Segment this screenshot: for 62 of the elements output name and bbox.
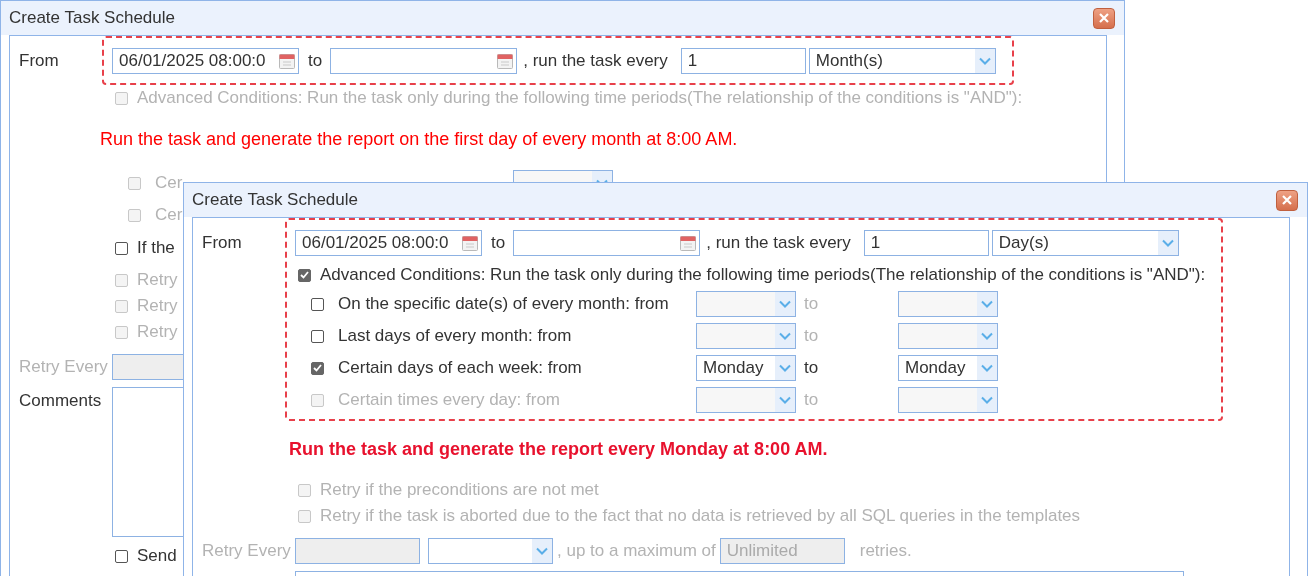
- checkbox[interactable]: [311, 297, 324, 311]
- date-field[interactable]: [330, 48, 518, 74]
- checkbox[interactable]: [298, 268, 311, 282]
- window-title: Create Task Schedule: [9, 8, 175, 28]
- checkbox-label: Certain days of each week: from: [338, 358, 583, 378]
- checkbox-label: Retry: [137, 270, 178, 290]
- calendar-icon: [278, 52, 296, 70]
- checkbox-label: Retry: [137, 296, 178, 316]
- checkbox[interactable]: [311, 329, 324, 343]
- checkbox-label: Send: [137, 546, 177, 566]
- dropdown[interactable]: Monday: [696, 355, 796, 381]
- range-label: to: [803, 358, 820, 378]
- field-label: From: [202, 232, 243, 254]
- window-title: Create Task Schedule: [192, 190, 358, 210]
- calendar-icon: [679, 234, 698, 252]
- date-field[interactable]: [513, 230, 701, 256]
- field-label: retries.: [859, 541, 912, 561]
- dropdown[interactable]: Day(s): [991, 230, 1179, 256]
- input-field[interactable]: 1: [863, 230, 989, 256]
- calendar-icon: [496, 52, 515, 70]
- calendar-icon: [461, 234, 479, 252]
- checkbox-label: Advanced Conditions: Run the task only during the following time periods(The relationship of the conditions is "AND"):: [137, 88, 1023, 108]
- checkbox[interactable]: [115, 549, 128, 563]
- checkbox-label: On the specific date(s) of every month: from: [338, 294, 670, 314]
- checkbox-label: Retry if the task is aborted due to the fact that no data is retrieved by all SQL queries in the templates: [320, 506, 1081, 526]
- checkbox[interactable]: [311, 361, 324, 375]
- field-label: Retry Every: [202, 541, 292, 561]
- range-label: to: [803, 390, 820, 410]
- field-label: Comments: [19, 390, 103, 411]
- dropdown[interactable]: [696, 291, 796, 317]
- checkbox-label: Certain times every day: from: [338, 390, 561, 410]
- checkbox-label: Cer: [155, 205, 184, 225]
- checkbox-label: If the: [137, 238, 175, 258]
- dropdown[interactable]: [898, 323, 998, 349]
- date-field[interactable]: 06/01/2025 08:00:0: [295, 230, 482, 256]
- checkbox-label: Cer: [155, 173, 184, 193]
- field-label: From: [19, 50, 60, 72]
- field-label: , run the task every: [523, 51, 668, 71]
- annotation-text: Run the task and generate the report every Monday at 8:00 AM.: [289, 438, 828, 460]
- dropdown[interactable]: Month(s): [808, 48, 996, 74]
- dropdown[interactable]: [898, 291, 998, 317]
- range-label: to: [803, 294, 820, 314]
- close-button[interactable]: [1276, 189, 1298, 211]
- checkbox-label: Last days of every month: from: [338, 326, 573, 346]
- checkbox-label: Retry if the preconditions are not met: [320, 480, 599, 500]
- field-label: , up to a maximum of: [557, 541, 716, 561]
- field-label: , run the task every: [706, 233, 851, 253]
- checkbox[interactable]: [115, 241, 128, 255]
- close-icon: [1099, 13, 1109, 23]
- annotation-text: Run the task and generate the report on the first day of every month at 8:00 AM.: [100, 128, 738, 150]
- close-icon: [1282, 195, 1292, 205]
- range-label: to: [803, 326, 820, 346]
- input-field[interactable]: 1: [680, 48, 806, 74]
- field-label: to: [491, 233, 506, 253]
- close-button[interactable]: [1093, 7, 1115, 29]
- field-label: to: [308, 51, 323, 71]
- checkbox-label: Retry: [137, 322, 178, 342]
- field-label: Retry Every: [19, 357, 109, 377]
- date-field[interactable]: 06/01/2025 08:00:0: [112, 48, 299, 74]
- dropdown[interactable]: [696, 323, 796, 349]
- checkbox-label: Advanced Conditions: Run the task only during the following time periods(The relationship of the conditions is "AND"):: [320, 265, 1206, 285]
- dropdown[interactable]: Monday: [898, 355, 998, 381]
